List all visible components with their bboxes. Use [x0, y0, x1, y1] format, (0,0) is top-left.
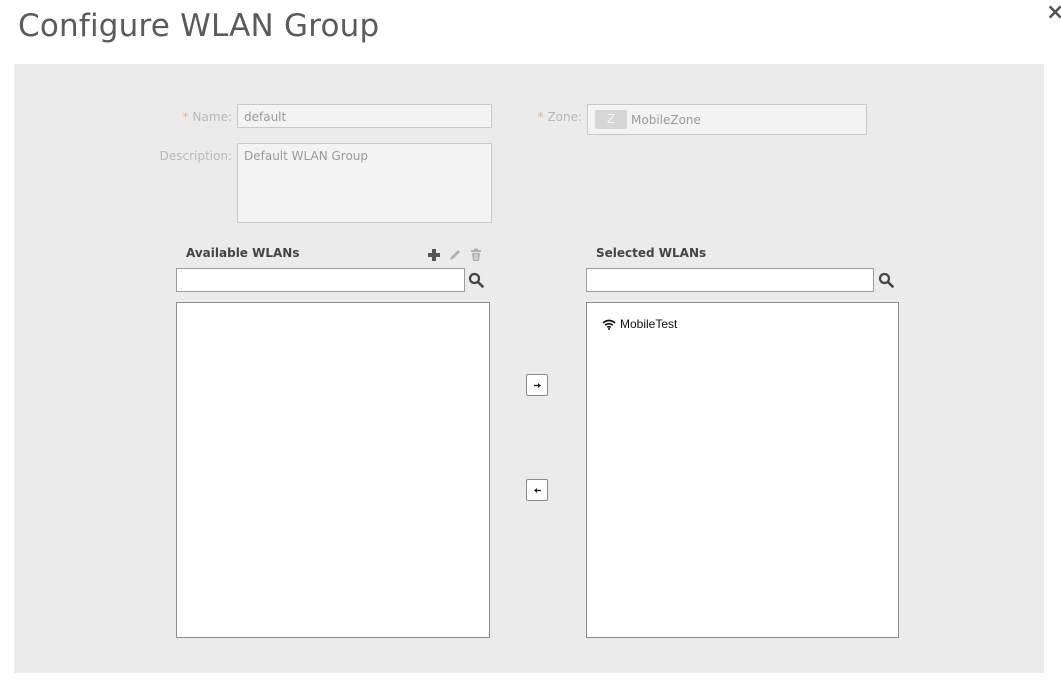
description-field[interactable]: Default WLAN Group: [237, 143, 492, 223]
zone-badge: Z: [595, 110, 627, 129]
list-item[interactable]: MobileTest: [602, 317, 677, 331]
selected-wlans-title: Selected WLANs: [596, 246, 707, 260]
move-right-button[interactable]: [526, 374, 548, 396]
available-search-input[interactable]: [176, 268, 465, 292]
name-label: * Name:: [182, 110, 232, 124]
list-item-label: MobileTest: [620, 317, 678, 331]
required-marker: *: [537, 110, 544, 124]
arrow-right-icon: [534, 383, 541, 388]
move-left-button[interactable]: [526, 479, 548, 501]
wifi-icon: [602, 319, 616, 330]
available-wlans-title: Available WLANs: [186, 246, 300, 260]
selected-wlans-list[interactable]: MobileTest: [586, 302, 899, 638]
arrow-left-icon: [534, 488, 541, 493]
plus-icon[interactable]: [427, 248, 441, 262]
close-button[interactable]: ×: [1046, 2, 1061, 24]
name-field[interactable]: default: [237, 104, 492, 128]
available-wlans-list[interactable]: [176, 302, 490, 638]
zone-field[interactable]: Z MobileZone: [587, 104, 867, 135]
required-marker: *: [182, 110, 189, 124]
zone-label: * Zone:: [537, 110, 582, 124]
description-label: Description:: [159, 149, 232, 163]
search-icon[interactable]: [468, 272, 484, 288]
selected-search-input[interactable]: [586, 268, 874, 292]
search-icon[interactable]: [878, 272, 894, 288]
zone-value: MobileZone: [631, 113, 701, 127]
form-panel: * Name: default * Zone: Z MobileZone Descr…: [14, 64, 1044, 673]
trash-icon[interactable]: [469, 248, 483, 262]
dialog-title: Configure WLAN Group: [18, 8, 380, 44]
pencil-icon[interactable]: [448, 248, 462, 262]
